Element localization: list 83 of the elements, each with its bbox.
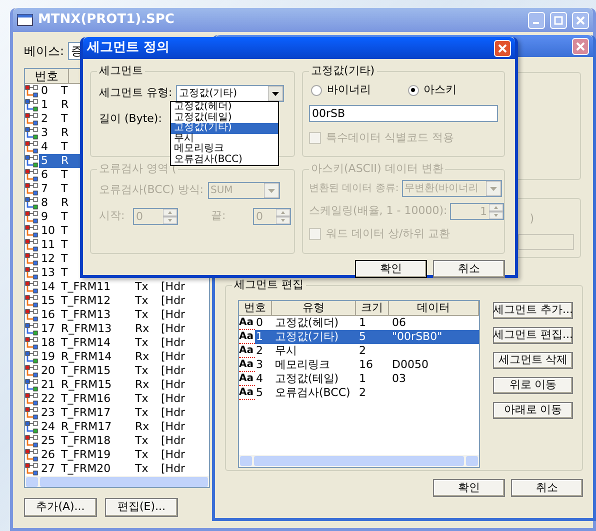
list-row[interactable]: 22 T_FRM16 Tx [Hdr bbox=[39, 392, 209, 406]
spin-arrows-icon bbox=[163, 209, 177, 224]
text-field[interactable] bbox=[518, 234, 574, 250]
column-header[interactable]: 번호 bbox=[239, 301, 272, 315]
field-label: 세그먼트 유형: bbox=[99, 85, 172, 102]
dialog-button[interactable]: 취소 bbox=[511, 479, 583, 497]
dialog-button[interactable]: 세그먼트 편집... bbox=[493, 327, 573, 344]
column-header[interactable]: 유형 bbox=[272, 301, 356, 315]
horizontal-scrollbar[interactable] bbox=[25, 476, 209, 487]
radio-label: 아스키 bbox=[424, 82, 456, 98]
field-label: 길이 (Byte): bbox=[99, 111, 162, 127]
dropdown-option[interactable]: 무시 bbox=[171, 134, 278, 144]
spin-arrows-icon bbox=[276, 209, 290, 224]
column-header[interactable]: 크기 bbox=[356, 301, 389, 315]
minimize-icon bbox=[532, 22, 538, 24]
minimize-button[interactable] bbox=[528, 12, 545, 28]
radio-button[interactable] bbox=[408, 84, 418, 96]
close-icon bbox=[576, 16, 585, 24]
dropdown-option[interactable]: 고정값(기타) bbox=[171, 123, 278, 134]
maximize-button[interactable] bbox=[550, 12, 567, 28]
list-row[interactable]: 1 고정값(기타) 5 "00rSB0" bbox=[255, 330, 479, 344]
list-row[interactable]: 18 T_FRM14 Tx [Hdr bbox=[39, 336, 209, 350]
panel-text: ) bbox=[530, 211, 534, 227]
value-field[interactable]: 00rSB bbox=[309, 104, 498, 122]
close-button[interactable] bbox=[572, 38, 589, 54]
list-row[interactable]: 20 T_FRM15 Tx [Hdr bbox=[39, 364, 209, 378]
group-label: 고정값(기타) bbox=[309, 64, 377, 78]
dialog-button[interactable]: 위로 이동 bbox=[493, 377, 573, 394]
dropdown-arrow-icon bbox=[264, 183, 278, 198]
window-title: 세그먼트 정의 bbox=[87, 39, 170, 58]
list-row[interactable]: 21 R_FRM15 Rx [Hdr bbox=[39, 378, 209, 392]
group-label: 세그먼트 bbox=[97, 64, 145, 78]
dropdown-option[interactable]: 오류검사(BCC) bbox=[171, 154, 278, 165]
field-label: 끝: bbox=[211, 208, 227, 224]
dialog-button[interactable]: 추가(A)... bbox=[24, 498, 97, 517]
list-row[interactable]: 27 T_FRM20 Tx [Hdr bbox=[39, 462, 209, 476]
dialog-button[interactable]: 편집(E)... bbox=[105, 498, 178, 517]
radio-button[interactable] bbox=[311, 84, 322, 96]
dialog-button[interactable]: 아래로 이동 bbox=[493, 402, 573, 419]
field-label: 스케일링(배율, 1 - 10000): bbox=[309, 203, 448, 220]
horizontal-scrollbar[interactable] bbox=[239, 455, 479, 467]
group-label: 아스키(ASCII) 데이터 변환 bbox=[309, 162, 446, 176]
close-icon bbox=[576, 42, 585, 50]
list-row[interactable]: 2 무시 2 bbox=[255, 344, 479, 358]
field-label: 변환된 데이터 종류: bbox=[309, 182, 399, 196]
dropdown-option[interactable]: 고정값(테일) bbox=[171, 112, 278, 123]
dropdown-option[interactable]: 메모리링크 bbox=[171, 144, 278, 154]
field-label: 오류검사(BCC) 방식: bbox=[99, 182, 204, 198]
spin-arrows-icon bbox=[489, 204, 503, 219]
dialog-button[interactable]: 취소 bbox=[433, 260, 505, 278]
list-row[interactable]: 3 메모리링크 16 D0050 bbox=[255, 358, 479, 372]
dropdown-arrow-icon bbox=[486, 181, 501, 196]
list-row[interactable]: 25 T_FRM18 Tx [Hdr bbox=[39, 434, 209, 448]
list-row[interactable]: 14 T_FRM11 Tx [Hdr bbox=[39, 280, 209, 294]
checkbox-label: 워드 데이터 상/하위 교환 bbox=[326, 226, 450, 242]
dropdown-option[interactable]: 고정값(헤더) bbox=[171, 102, 278, 112]
list-row[interactable]: 24 R_FRM17 Rx [Hdr bbox=[39, 420, 209, 434]
list-row[interactable]: 15 T_FRM12 Tx [Hdr bbox=[39, 294, 209, 308]
list-row[interactable]: 4 고정값(테일) 1 03 bbox=[255, 372, 479, 386]
close-button[interactable] bbox=[494, 40, 511, 56]
list-row[interactable]: 0 고정값(헤더) 1 06 bbox=[255, 316, 479, 330]
field-label: 베이스: bbox=[24, 43, 64, 60]
field-label: 시작: bbox=[99, 208, 126, 224]
maximize-icon bbox=[554, 16, 563, 24]
checkbox-label: 특수데이터 식별코드 적용 bbox=[326, 130, 454, 146]
dropdown-field[interactable]: 고정값(기타) bbox=[176, 85, 284, 102]
window-icon bbox=[17, 14, 33, 26]
dialog-button[interactable]: 확인 bbox=[433, 479, 505, 497]
radio-label: 바이너리 bbox=[327, 82, 371, 98]
list-row[interactable]: 19 R_FRM14 Rx [Hdr bbox=[39, 350, 209, 364]
group-label: 세그먼트 편집 bbox=[232, 279, 306, 291]
dialog-button[interactable]: 세그먼트 추가... bbox=[493, 302, 573, 319]
column-header[interactable]: 데이터 bbox=[389, 301, 479, 315]
list-row[interactable]: 5 오류검사(BCC) 2 bbox=[255, 386, 479, 400]
dialog-button[interactable]: 세그먼트 삭제 bbox=[493, 352, 573, 369]
close-icon bbox=[498, 44, 507, 52]
list-row[interactable]: 23 T_FRM17 Tx [Hdr bbox=[39, 406, 209, 420]
list-row[interactable]: 26 T_FRM19 Tx [Hdr bbox=[39, 448, 209, 462]
column-header[interactable]: 번호 bbox=[25, 69, 69, 83]
list-row[interactable]: 17 R_FRM13 Rx [Hdr bbox=[39, 322, 209, 336]
dialog-button[interactable]: 확인 bbox=[355, 260, 427, 278]
window-title: MTNX(PROT1).SPC bbox=[38, 11, 176, 30]
list-row[interactable]: 16 T_FRM13 Tx [Hdr bbox=[39, 308, 209, 322]
